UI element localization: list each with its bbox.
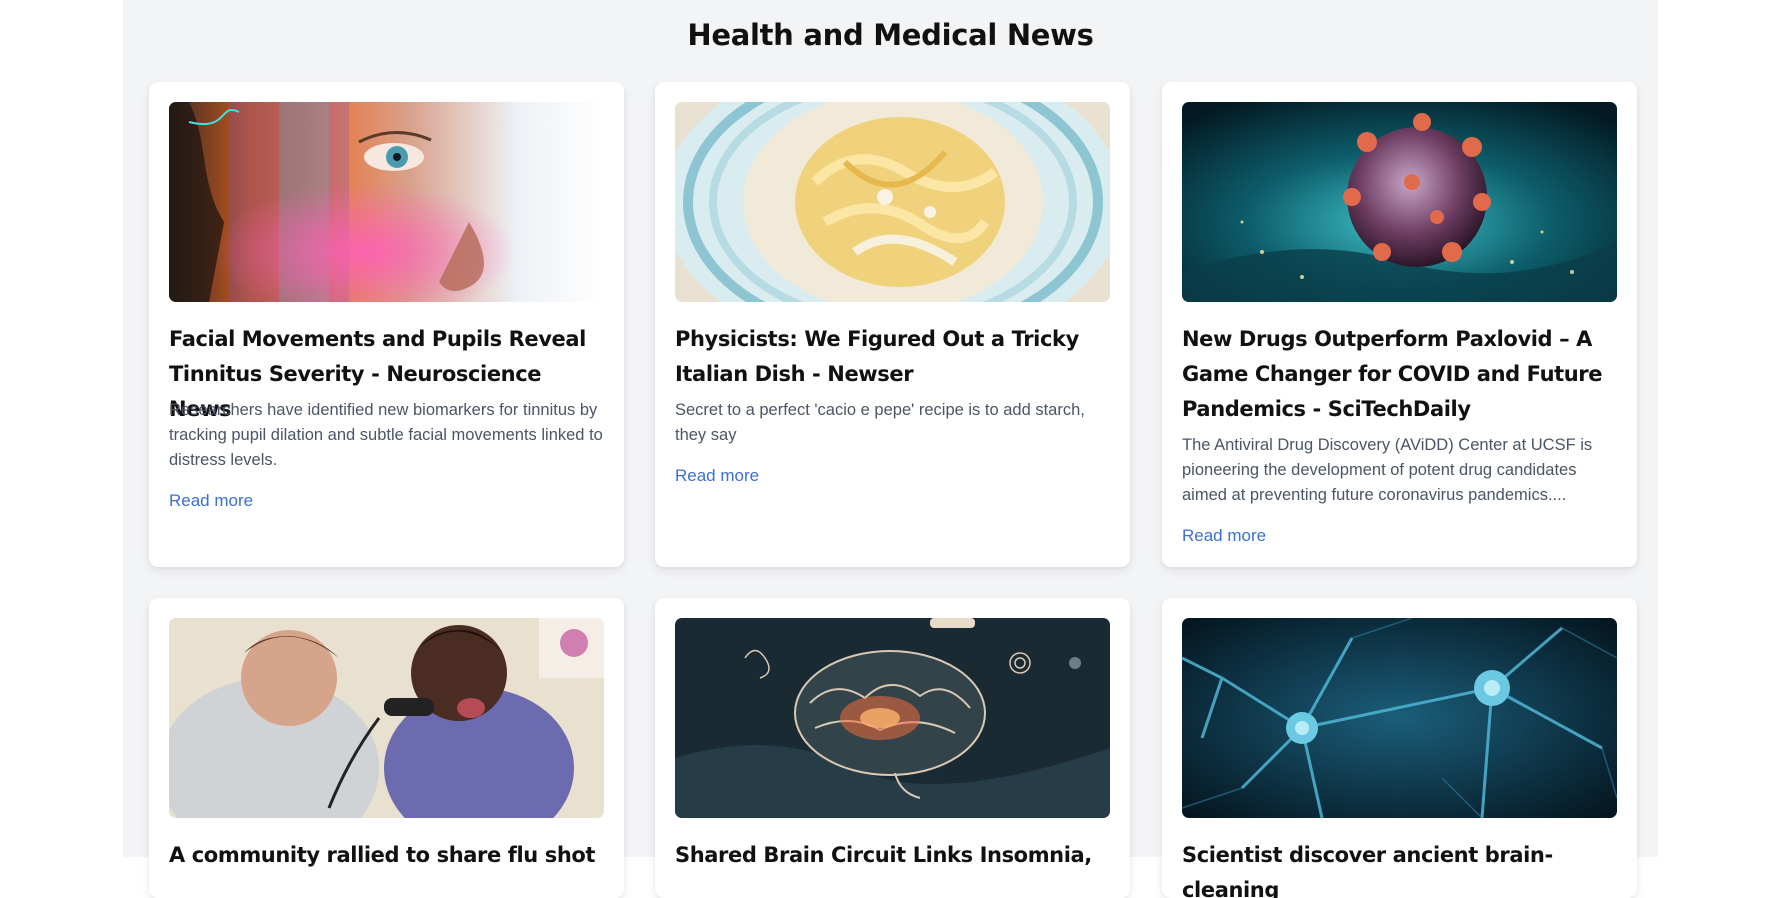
news-card[interactable]: Shared Brain Circuit Links Insomnia,: [655, 598, 1130, 898]
card-title[interactable]: Physicists: We Figured Out a Tricky Ital…: [675, 322, 1115, 392]
news-card[interactable]: Facial Movements and Pupils Reveal Tinni…: [149, 82, 624, 567]
neurons-image[interactable]: [1182, 618, 1617, 818]
doctor-exam-image[interactable]: [169, 618, 604, 818]
brain-illustration-image[interactable]: [675, 618, 1110, 818]
news-card[interactable]: New Drugs Outperform Paxlovid – A Game C…: [1162, 82, 1637, 567]
news-card[interactable]: Scientist discover ancient brain-cleanin…: [1162, 598, 1637, 898]
card-title[interactable]: Shared Brain Circuit Links Insomnia,: [675, 838, 1115, 873]
page-title: Health and Medical News: [687, 18, 1094, 52]
face-closeup-image[interactable]: [169, 102, 604, 302]
pasta-bowl-image[interactable]: [675, 102, 1110, 302]
news-card[interactable]: A community rallied to share flu shot: [149, 598, 624, 898]
card-description: Researchers have identified new biomarke…: [169, 401, 603, 469]
card-title[interactable]: A community rallied to share flu shot: [169, 838, 609, 873]
card-title[interactable]: Scientist discover ancient brain-cleanin…: [1182, 838, 1622, 898]
card-title[interactable]: New Drugs Outperform Paxlovid – A Game C…: [1182, 322, 1622, 427]
virus-particle-image[interactable]: [1182, 102, 1617, 302]
news-card[interactable]: Physicists: We Figured Out a Tricky Ital…: [655, 82, 1130, 567]
read-more-link[interactable]: Read more: [675, 466, 759, 486]
read-more-link[interactable]: Read more: [169, 491, 253, 511]
card-description: The Antiviral Drug Discovery (AViDD) Cen…: [1182, 436, 1593, 504]
news-page: Health and Medical News Facial Movements…: [123, 0, 1658, 898]
card-description: Secret to a perfect 'cacio e pepe' recip…: [675, 401, 1085, 444]
read-more-link[interactable]: Read more: [1182, 526, 1266, 546]
